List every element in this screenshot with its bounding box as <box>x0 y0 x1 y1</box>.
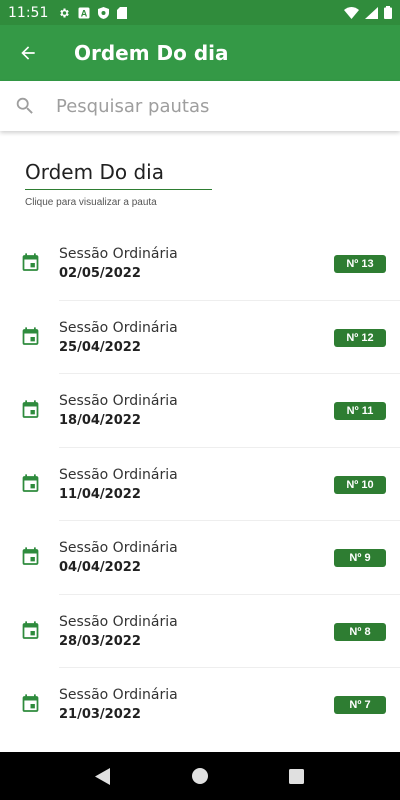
search-input[interactable] <box>56 95 376 117</box>
triangle-back-icon <box>95 767 111 785</box>
list-item[interactable]: Sessão Ordinária 25/04/2022 Nº 12 <box>0 301 400 374</box>
calendar-event-icon <box>20 546 41 573</box>
sd-card-icon <box>117 6 128 19</box>
back-button[interactable] <box>0 25 56 81</box>
settings-icon <box>60 8 70 17</box>
search-bar <box>0 81 400 131</box>
session-number-badge: Nº 13 <box>334 255 386 273</box>
section-heading: Ordem Do dia <box>25 160 212 190</box>
session-label: Sessão Ordinária <box>59 246 178 262</box>
session-number-badge: Nº 10 <box>334 475 386 494</box>
session-date: 28/03/2022 <box>59 633 141 649</box>
session-number-badge: Nº 12 <box>334 328 386 347</box>
calendar-event-icon <box>20 693 41 720</box>
shield-icon <box>98 6 110 19</box>
calendar-event-icon <box>20 252 41 279</box>
session-number-badge: Nº 8 <box>334 622 386 641</box>
wifi-icon <box>344 6 359 19</box>
list-item[interactable]: Sessão Ordinária 21/03/2022 Nº 7 <box>0 668 400 742</box>
session-number-badge: Nº 7 <box>334 696 386 714</box>
session-label: Sessão Ordinária <box>59 393 178 409</box>
session-label: Sessão Ordinária <box>59 540 178 556</box>
search-icon <box>0 95 50 117</box>
app-bar: Ordem Do dia <box>0 25 400 81</box>
session-date: 02/05/2022 <box>59 266 141 281</box>
arrow-back-icon <box>21 46 35 60</box>
nav-recents-button[interactable] <box>277 756 317 796</box>
status-bar: 11:51 A <box>0 0 400 25</box>
calendar-event-icon <box>20 620 41 647</box>
session-date: 21/03/2022 <box>59 707 141 722</box>
list-item[interactable]: Sessão Ordinária 04/04/2022 Nº 9 <box>0 521 400 595</box>
list-item[interactable]: Sessão Ordinária 02/05/2022 Nº 13 <box>0 227 400 301</box>
calendar-event-icon <box>20 399 41 426</box>
page-title: Ordem Do dia <box>74 41 229 65</box>
section-header: Ordem Do dia Clique para visualizar a pa… <box>25 160 212 208</box>
session-date: 04/04/2022 <box>59 560 141 575</box>
calendar-event-icon <box>20 473 41 500</box>
calendar-event-icon <box>20 326 41 353</box>
circle-home-icon <box>191 768 208 784</box>
nav-home-button[interactable] <box>180 756 220 796</box>
session-date: 18/04/2022 <box>59 413 141 428</box>
session-label: Sessão Ordinária <box>59 613 178 630</box>
session-number-badge: Nº 11 <box>334 402 386 420</box>
session-list: Sessão Ordinária 02/05/2022 Nº 13 Sessão … <box>0 227 400 742</box>
status-time: 11:51 <box>8 4 49 21</box>
battery-icon <box>384 6 392 19</box>
list-item[interactable]: Sessão Ordinária 18/04/2022 Nº 11 <box>0 374 400 448</box>
session-label: Sessão Ordinária <box>59 687 178 703</box>
session-date: 11/04/2022 <box>59 486 141 502</box>
square-recents-icon <box>289 768 305 784</box>
nav-back-button[interactable] <box>83 756 123 796</box>
navigation-bar <box>0 752 400 800</box>
session-date: 25/04/2022 <box>59 339 141 355</box>
list-item[interactable]: Sessão Ordinária 11/04/2022 Nº 10 <box>0 448 400 521</box>
list-item[interactable]: Sessão Ordinária 28/03/2022 Nº 8 <box>0 595 400 668</box>
a-box-icon: A <box>78 7 90 18</box>
session-label: Sessão Ordinária <box>59 466 178 483</box>
session-label: Sessão Ordinária <box>59 319 178 336</box>
svg-text:A: A <box>81 8 88 18</box>
signal-icon <box>365 6 378 19</box>
session-number-badge: Nº 9 <box>334 549 386 567</box>
section-subheading: Clique para visualizar a pauta <box>25 197 157 208</box>
